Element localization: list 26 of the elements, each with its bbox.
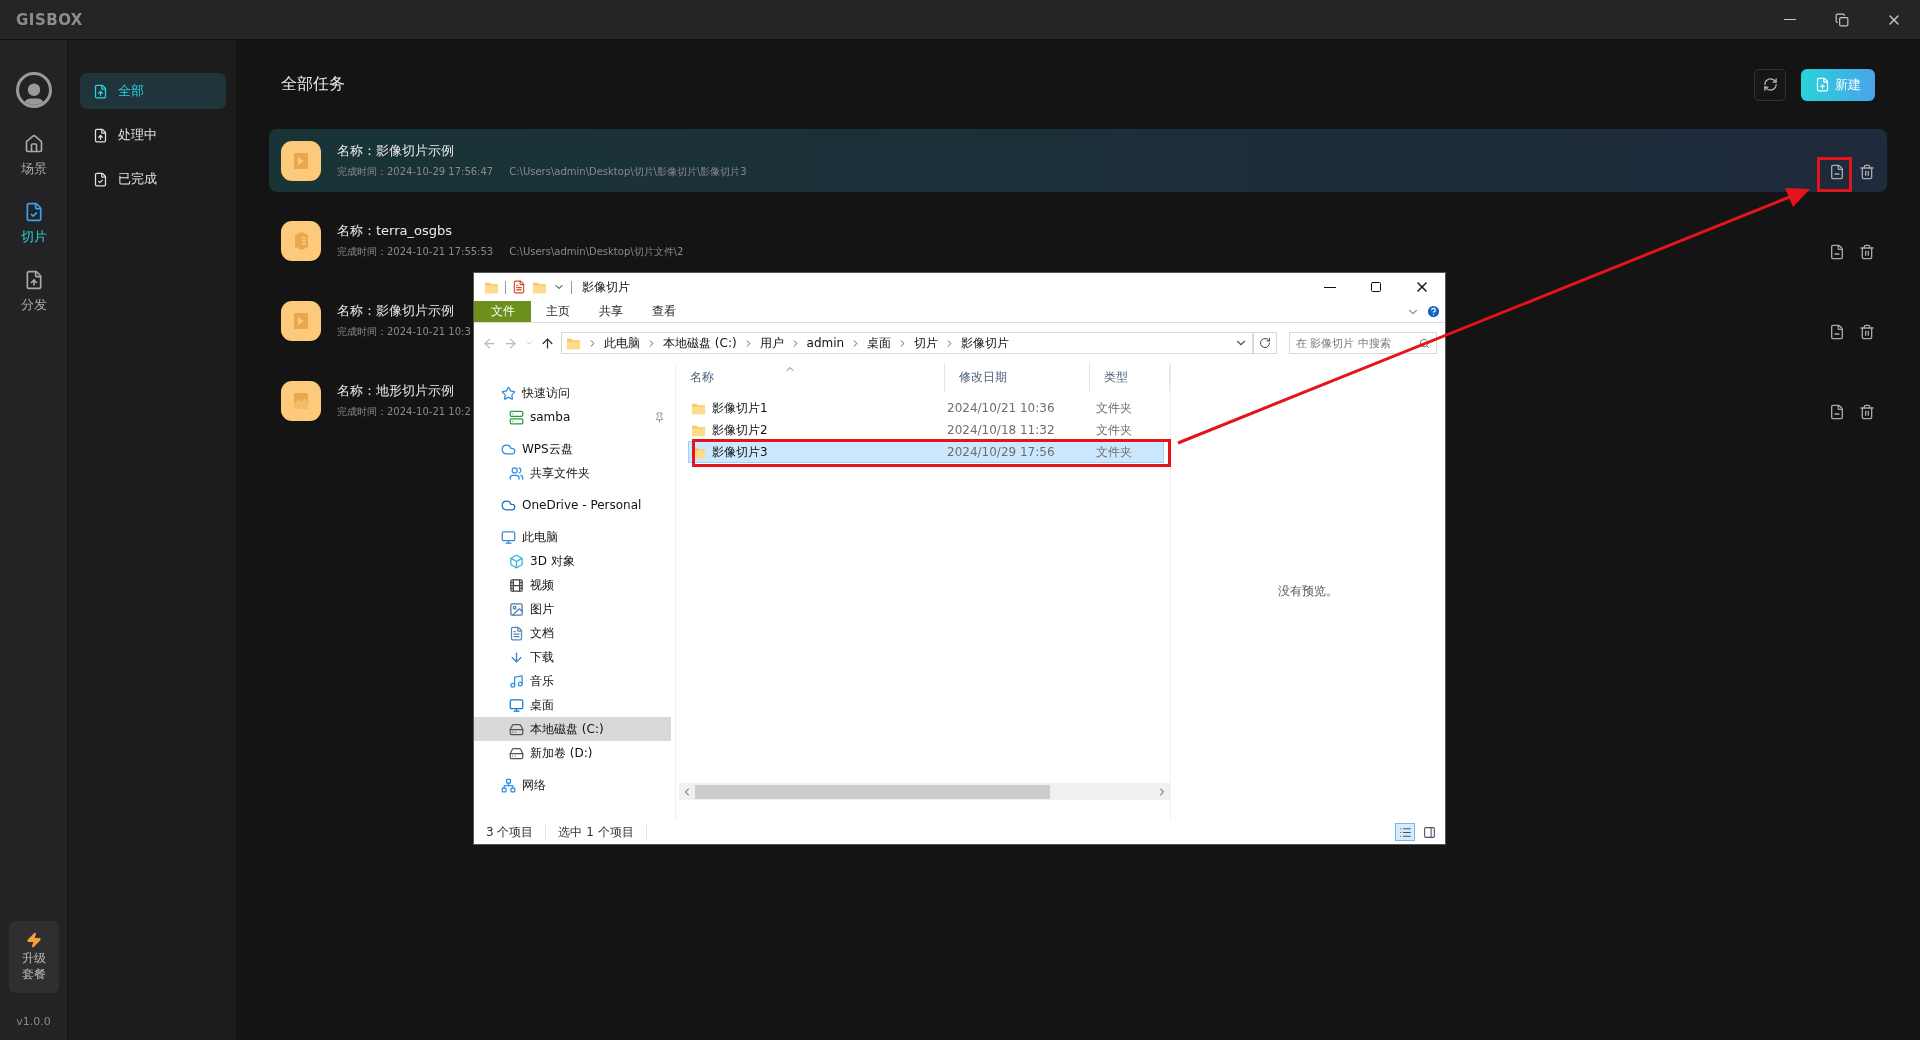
- window-title: 影像切片: [582, 278, 630, 296]
- task-name: 名称：影像切片示例: [337, 302, 455, 320]
- file-type: 文件夹: [1095, 443, 1133, 461]
- version-label: v1.0.0: [16, 1015, 51, 1028]
- task-name: 名称：影像切片示例: [337, 142, 455, 160]
- file-date: 2024/10/21 10:36: [947, 401, 1056, 415]
- preview-message: 没有预览。: [1278, 583, 1338, 600]
- file-type: 文件夹: [1095, 421, 1133, 439]
- task-name: 名称：terra_osgbs: [337, 222, 454, 240]
- task-time: 完成时间：2024-10-21 10:3: [337, 325, 471, 339]
- status-text: 3 个项目: [486, 823, 547, 841]
- file-name: 影像切片1: [712, 399, 768, 417]
- status-text: 选中 1 个项目: [558, 823, 647, 841]
- file-name: 影像切片3: [712, 443, 768, 461]
- app-logo: GISBOX: [16, 10, 83, 29]
- task-name: 名称：地形切片示例: [337, 382, 455, 400]
- file-type: 文件夹: [1095, 399, 1133, 417]
- task-path: C:\Users\admin\Desktop\切片文件\2: [509, 245, 684, 259]
- task-time: 完成时间：2024-10-29 17:56:47: [337, 165, 494, 179]
- task-path: C:\Users\admin\Desktop\切片\影像切片\影像切片3: [509, 165, 747, 179]
- file-name: 影像切片2: [712, 421, 768, 439]
- file-date: 2024/10/29 17:56: [947, 445, 1056, 459]
- task-time: 完成时间：2024-10-21 10:2: [337, 405, 471, 419]
- task-time: 完成时间：2024-10-21 17:55:53: [337, 245, 494, 259]
- page-title: 全部任务: [281, 74, 345, 95]
- file-date: 2024/10/18 11:32: [947, 423, 1056, 437]
